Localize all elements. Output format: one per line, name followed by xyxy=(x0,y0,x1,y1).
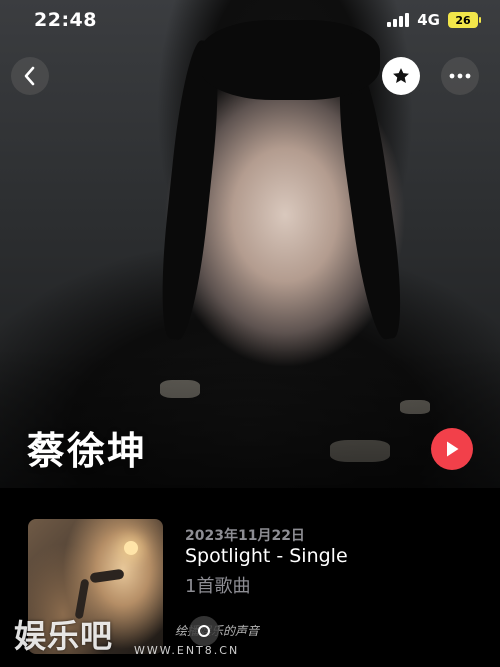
watermark-site: WWW.ENT8.CN xyxy=(134,644,240,657)
chevron-left-icon xyxy=(24,66,35,86)
status-indicators: 4G 26 xyxy=(387,11,481,29)
star-icon xyxy=(393,68,409,83)
ellipsis-icon xyxy=(449,73,471,79)
status-time: 22:48 xyxy=(34,9,97,31)
status-bar: 22:48 4G 26 xyxy=(0,0,500,40)
favorite-button[interactable] xyxy=(382,57,420,95)
network-type: 4G xyxy=(417,11,440,29)
artist-hero-image xyxy=(0,0,500,488)
more-options-button[interactable] xyxy=(441,57,479,95)
artist-name: 蔡徐坤 xyxy=(27,429,148,473)
signal-icon xyxy=(387,13,410,27)
play-icon xyxy=(447,441,459,457)
back-button[interactable] xyxy=(11,57,49,95)
battery-icon: 26 xyxy=(448,12,481,28)
watermark-logo: 娱乐吧 xyxy=(14,617,114,655)
release-track-count: 1首歌曲 xyxy=(185,576,251,597)
release-date: 2023年11月22日 xyxy=(185,528,305,544)
play-button[interactable] xyxy=(431,428,473,470)
watermark-badge-icon xyxy=(189,616,219,646)
release-title[interactable]: Spotlight - Single xyxy=(185,545,348,567)
battery-level: 26 xyxy=(455,13,471,27)
